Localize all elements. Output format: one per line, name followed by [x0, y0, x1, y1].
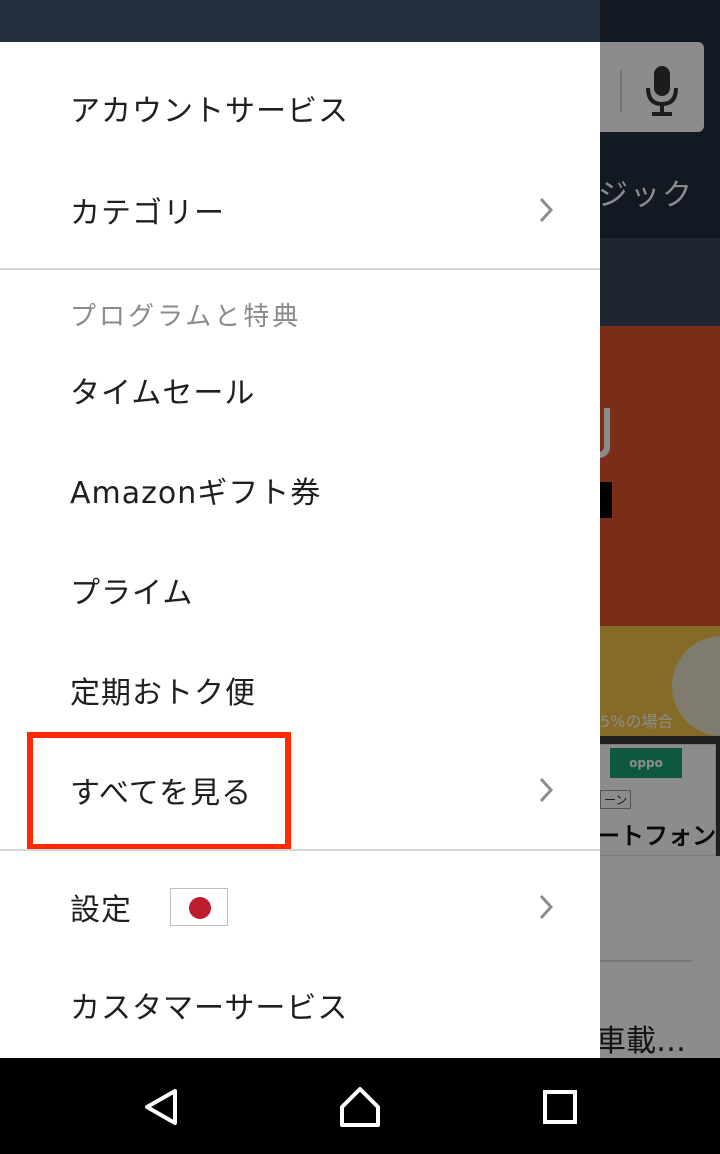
back-button[interactable] [134, 1080, 188, 1134]
menu-item-settings[interactable]: 設定 [0, 857, 600, 957]
recents-button[interactable] [533, 1080, 587, 1134]
menu-item-label: タイムセール [70, 376, 256, 411]
menu-item-label: プライム [70, 576, 194, 611]
menu-item-subscribe-save[interactable]: 定期おトク便 [0, 640, 600, 740]
section-divider [0, 849, 600, 851]
menu-item-label: カテゴリー [70, 196, 225, 231]
menu-item-time-sale[interactable]: タイムセール [0, 340, 600, 440]
highlight-box [27, 732, 291, 850]
recents-icon [543, 1090, 577, 1124]
back-icon [145, 1089, 177, 1125]
drawer-top-strip [0, 0, 600, 42]
menu-item-label: アカウントサービス [70, 94, 349, 129]
chevron-right-icon [539, 197, 554, 223]
menu-item-label: Amazonギフト券 [70, 476, 322, 511]
menu-item-label: カスタマーサービス [70, 991, 349, 1026]
home-button[interactable] [333, 1080, 387, 1134]
menu-item-category[interactable]: カテゴリー [0, 160, 600, 260]
menu-item-customer-service[interactable]: カスタマーサービス [0, 955, 600, 1055]
japan-flag-icon [170, 888, 228, 926]
chevron-right-icon [539, 777, 554, 803]
chevron-right-icon [539, 894, 554, 920]
menu-item-prime[interactable]: プライム [0, 540, 600, 640]
section-divider [0, 268, 600, 270]
system-navigation-bar [0, 1058, 720, 1154]
flag-red-circle [189, 897, 211, 919]
menu-item-account-services[interactable]: アカウントサービス [0, 58, 600, 158]
section-header-programs: プログラムと特典 [70, 302, 302, 332]
menu-item-label: 設定 [70, 893, 132, 928]
menu-item-gift-card[interactable]: Amazonギフト券 [0, 440, 600, 540]
menu-item-label: 定期おトク便 [70, 676, 256, 711]
home-icon [340, 1087, 380, 1127]
